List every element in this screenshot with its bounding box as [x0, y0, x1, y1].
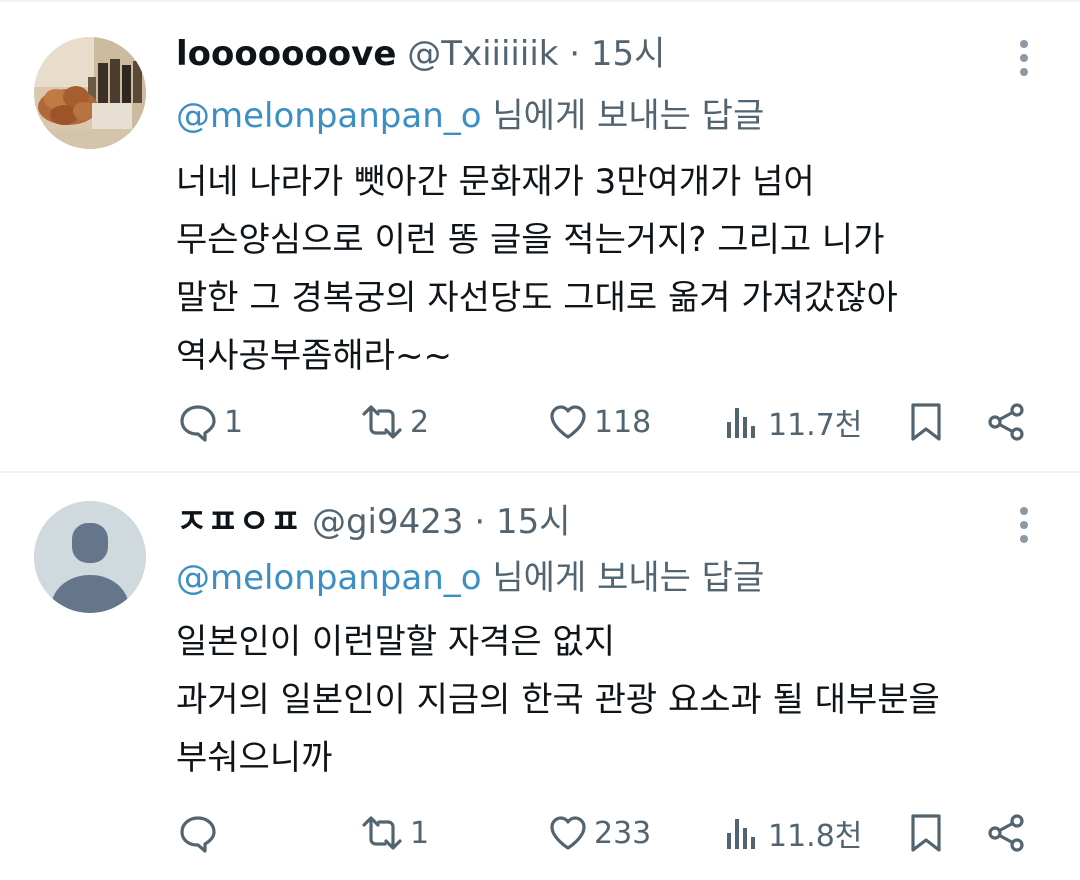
share-icon: [988, 814, 1024, 852]
reply-icon: [180, 405, 216, 442]
views-button[interactable]: 11.8천: [720, 803, 862, 863]
reply-context: @melonpanpan_o 님에게 보내는 답글: [176, 94, 764, 138]
tweet-text-line: 부숴으니까: [176, 738, 333, 778]
bookmark-icon: [911, 814, 941, 852]
reply-button[interactable]: 1: [176, 392, 243, 452]
heart-icon: [550, 405, 586, 439]
action-bar: 1 2 118 11.7천: [0, 392, 1080, 452]
tweet-text: 일본인이 이런말할 자격은 없지 과거의 일본인이 지금의 한국 관광 요소과 …: [176, 613, 1056, 787]
display-name[interactable]: looooooove: [176, 34, 396, 74]
share-button[interactable]: [984, 803, 1028, 863]
tweet-text-line: 일본인이 이런말할 자격은 없지: [176, 622, 616, 662]
action-bar: 1 233 11.8천: [0, 803, 1080, 863]
tweet-text-line: 말한 그 경복궁의 자선당도 그대로 옮겨 가져갔잖아: [176, 278, 898, 318]
view-count: 11.8천: [768, 819, 863, 854]
like-count: 233: [594, 815, 652, 851]
display-name[interactable]: ㅈㅍㅇㅍ: [176, 502, 301, 542]
retweet-count: 2: [410, 404, 430, 440]
views-icon: [727, 819, 755, 849]
retweet-icon: [362, 816, 402, 850]
views-icon: [727, 408, 755, 438]
timestamp[interactable]: 15시: [496, 502, 571, 542]
reply-context: @melonpanpan_o 님에게 보내는 답글: [176, 556, 764, 600]
reply-suffix: 님에게 보내는 답글: [492, 96, 765, 136]
retweet-count: 1: [410, 815, 430, 851]
avatar[interactable]: [34, 37, 146, 149]
tweet-text-line: 너네 나라가 뺏아간 문화재가 3만여개가 넘어: [176, 162, 815, 202]
view-count: 11.7천: [768, 408, 863, 443]
profile-photo-icon: [34, 37, 146, 149]
like-count: 118: [594, 404, 652, 440]
user-handle[interactable]: @gi9423: [312, 502, 464, 542]
reply-icon: [180, 816, 216, 853]
tweet[interactable]: ㅈㅍㅇㅍ @gi9423 · 15시 @melonpanpan_o 님에게 보내…: [0, 473, 1080, 880]
user-handle[interactable]: @Txiiiiiik: [407, 34, 558, 74]
like-button[interactable]: 233: [546, 803, 651, 863]
avatar[interactable]: [34, 501, 146, 613]
default-avatar-icon: [34, 501, 146, 613]
tweet-text: 너네 나라가 뺏아간 문화재가 3만여개가 넘어 무슨양심으로 이런 똥 글을 …: [176, 153, 1056, 385]
tweet[interactable]: looooooove @Txiiiiiik · 15시 @melonpanpan…: [0, 0, 1080, 472]
retweet-icon: [362, 405, 402, 439]
tweet-text-line: 무슨양심으로 이런 똥 글을 적는거지? 그리고 니가: [176, 220, 885, 260]
retweet-button[interactable]: 2: [358, 392, 429, 452]
reply-mention-link[interactable]: @melonpanpan_o: [176, 96, 482, 136]
retweet-button[interactable]: 1: [358, 803, 429, 863]
reply-mention-link[interactable]: @melonpanpan_o: [176, 558, 482, 598]
more-options-icon[interactable]: [1006, 505, 1042, 545]
like-button[interactable]: 118: [546, 392, 651, 452]
tweet-header: looooooove @Txiiiiiik · 15시: [176, 32, 665, 76]
reply-suffix: 님에게 보내는 답글: [492, 558, 765, 598]
bookmark-button[interactable]: [906, 392, 946, 452]
tweet-header: ㅈㅍㅇㅍ @gi9423 · 15시: [176, 500, 570, 544]
reply-button[interactable]: [176, 803, 224, 863]
tweet-text-line: 역사공부좀해라~~: [176, 336, 452, 376]
separator-dot: ·: [569, 34, 581, 74]
bookmark-button[interactable]: [906, 803, 946, 863]
heart-icon: [550, 816, 586, 850]
views-button[interactable]: 11.7천: [720, 392, 862, 452]
reply-count: 1: [224, 404, 244, 440]
share-icon: [988, 403, 1024, 441]
more-options-icon[interactable]: [1006, 38, 1042, 78]
share-button[interactable]: [984, 392, 1028, 452]
separator-dot: ·: [474, 502, 486, 542]
timestamp[interactable]: 15시: [591, 34, 666, 74]
tweet-text-line: 과거의 일본인이 지금의 한국 관광 요소과 될 대부분을: [176, 680, 940, 720]
bookmark-icon: [911, 403, 941, 441]
